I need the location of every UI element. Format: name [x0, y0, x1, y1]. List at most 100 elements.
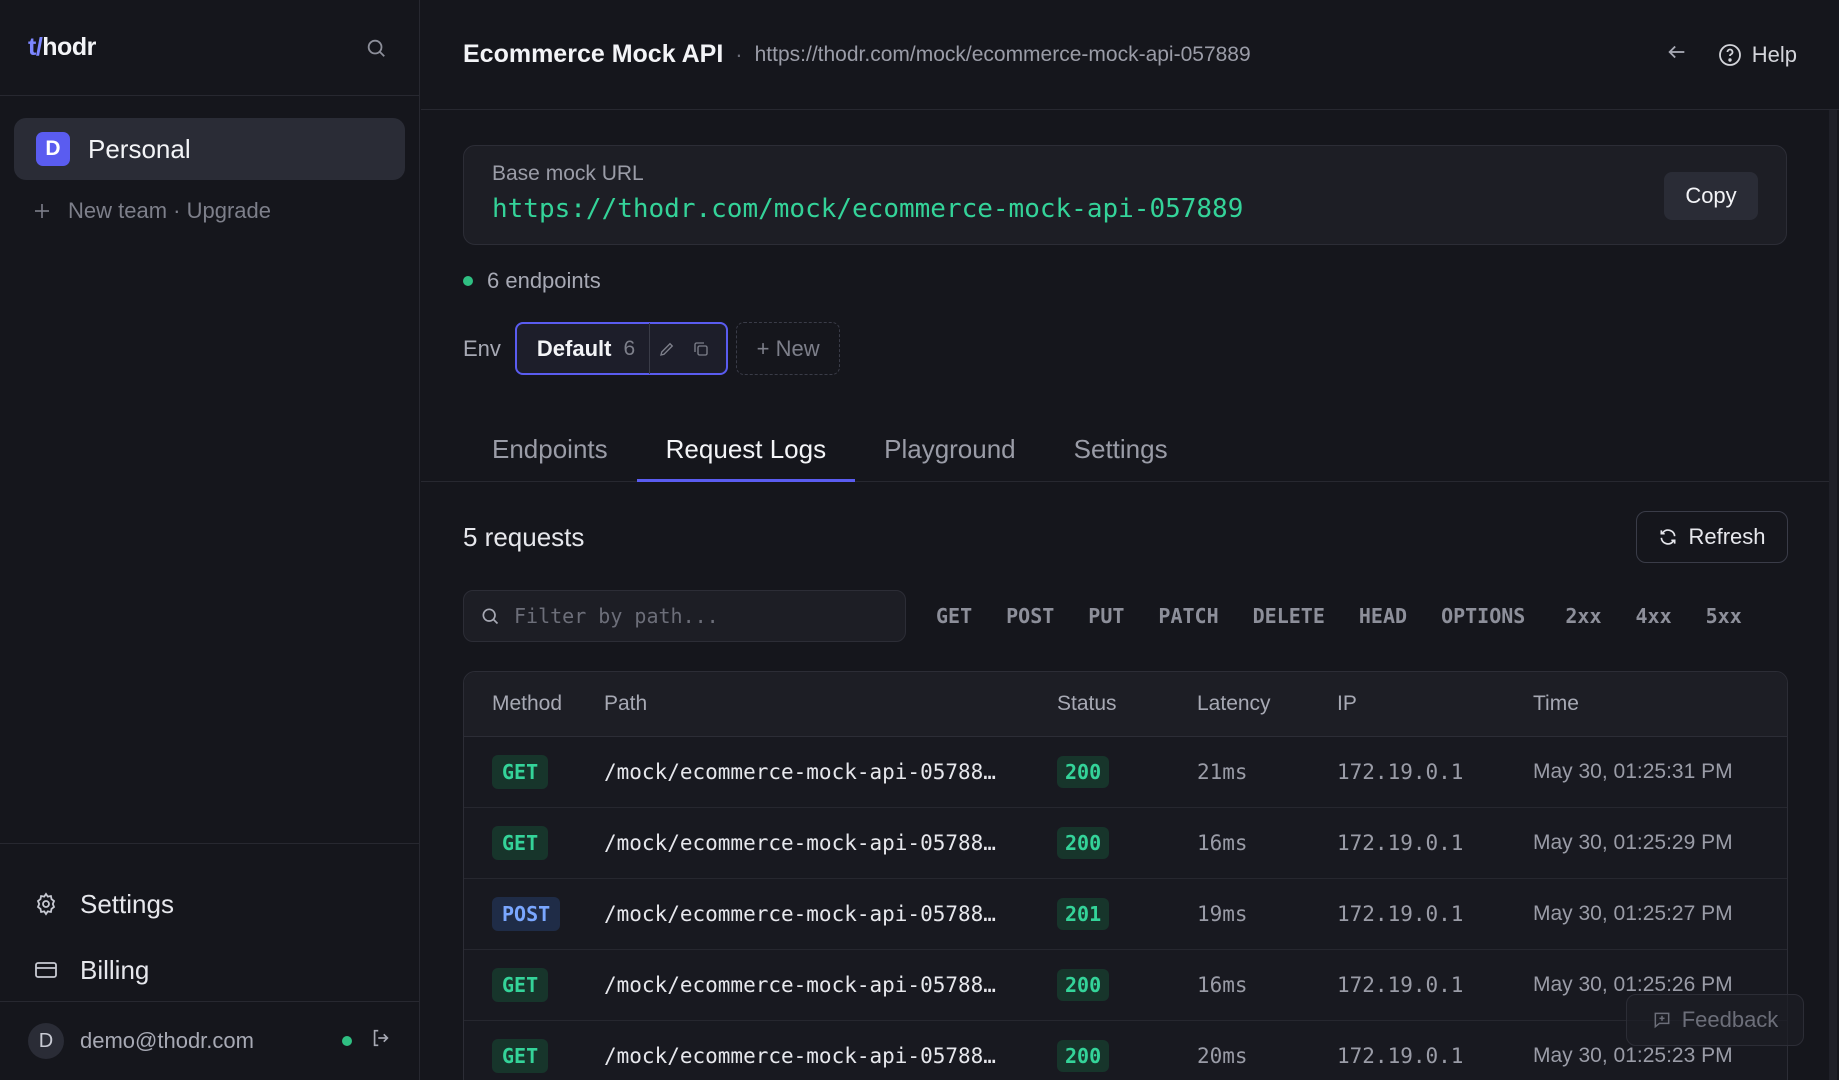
env-label: Env [463, 335, 501, 361]
filter-patch[interactable]: PATCH [1141, 604, 1235, 628]
ip-cell: 172.19.0.1 [1337, 973, 1464, 997]
feedback-label: Feedback [1681, 1007, 1779, 1032]
copy-button[interactable]: Copy [1664, 172, 1758, 220]
help-icon [1718, 43, 1741, 66]
gear-icon [36, 892, 56, 916]
path-cell: /mock/ecommerce-mock-api-05788… [604, 902, 996, 926]
filter-put[interactable]: PUT [1071, 604, 1141, 628]
time-cell: May 30, 01:25:23 PM [1533, 1044, 1733, 1067]
table-row[interactable]: GET /mock/ecommerce-mock-api-05788… 200 … [464, 737, 1787, 808]
column-time: Time [1533, 692, 1579, 715]
logo[interactable]: t/hodr [28, 33, 96, 62]
env-count: 6 [623, 336, 636, 360]
path-cell: /mock/ecommerce-mock-api-05788… [604, 1044, 996, 1068]
tab-playground[interactable]: Playground [855, 420, 1045, 481]
refresh-label: Refresh [1688, 524, 1766, 549]
refresh-button[interactable]: Refresh [1636, 511, 1788, 563]
scrollbar[interactable] [1829, 110, 1837, 1080]
tab-settings[interactable]: Settings [1045, 420, 1197, 481]
sidebar-item-label: Billing [80, 954, 150, 985]
status-cell: 201 [1057, 898, 1197, 930]
latency-cell: 16ms [1197, 973, 1248, 997]
status-cell: 200 [1057, 756, 1197, 788]
env-name: Default [536, 335, 612, 361]
ip-cell: 172.19.0.1 [1337, 831, 1464, 855]
logo-text: hodr [42, 33, 96, 61]
tab-endpoints[interactable]: Endpoints [463, 420, 637, 481]
env-row: Env Default 6 + New [463, 322, 841, 375]
filter-5xx[interactable]: 5xx [1689, 604, 1759, 628]
table-row[interactable]: POST /mock/ecommerce-mock-api-05788… 201… [464, 879, 1787, 950]
table-header: Method Path Status Latency IP Time [464, 672, 1787, 737]
table-row[interactable]: GET /mock/ecommerce-mock-api-05788… 200 … [464, 808, 1787, 879]
base-url-label: Base mock URL [492, 162, 644, 185]
refresh-icon [1660, 529, 1676, 545]
logout-icon[interactable] [370, 1027, 392, 1055]
sidebar: t/hodr D Personal New team · Upgrade Set… [0, 0, 420, 1080]
method-badge: GET [492, 755, 549, 789]
status-cell: 200 [1057, 1040, 1197, 1072]
tabs: Endpoints Request Logs Playground Settin… [421, 420, 1831, 482]
filter-4xx[interactable]: 4xx [1618, 604, 1688, 628]
column-latency: Latency [1197, 692, 1271, 715]
method-cell: GET [464, 826, 604, 860]
latency-cell: 21ms [1197, 760, 1248, 784]
status-cell: 200 [1057, 827, 1197, 859]
online-status-dot [342, 1036, 352, 1046]
filter-delete[interactable]: DELETE [1236, 604, 1342, 628]
status-badge: 200 [1057, 969, 1110, 1001]
method-badge: GET [492, 1039, 549, 1073]
status-badge: 200 [1057, 827, 1110, 859]
method-cell: POST [464, 897, 604, 931]
filter-options[interactable]: OPTIONS [1424, 604, 1542, 628]
back-arrow-icon[interactable] [1666, 41, 1688, 69]
sidebar-item-label: Settings [80, 888, 174, 919]
ip-cell: 172.19.0.1 [1337, 902, 1464, 926]
base-url-card: Base mock URL https://thodr.com/mock/eco… [463, 145, 1787, 245]
tab-request-logs[interactable]: Request Logs [636, 420, 856, 482]
endpoints-summary: 6 endpoints [463, 268, 601, 294]
user-email: demo@thodr.com [80, 1028, 254, 1053]
requests-count: 5 requests [463, 522, 585, 552]
status-dot [463, 276, 473, 286]
table-row[interactable]: GET /mock/ecommerce-mock-api-05788… 200 … [464, 1021, 1787, 1080]
filter-head[interactable]: HEAD [1342, 604, 1424, 628]
filter-2xx[interactable]: 2xx [1548, 604, 1618, 628]
status-badge: 200 [1057, 1040, 1110, 1072]
sidebar-nav: Settings Billing [0, 843, 420, 1003]
table-row[interactable]: GET /mock/ecommerce-mock-api-05788… 200 … [464, 950, 1787, 1021]
search-icon[interactable] [361, 33, 391, 63]
feedback-button[interactable]: Feedback [1626, 994, 1804, 1046]
help-label: Help [1751, 41, 1797, 67]
new-team-button[interactable]: New team · Upgrade [34, 198, 271, 224]
method-cell: GET [464, 1039, 604, 1073]
filter-post[interactable]: POST [989, 604, 1071, 628]
user-footer: D demo@thodr.com [0, 1001, 420, 1080]
sidebar-item-settings[interactable]: Settings [0, 871, 420, 937]
duplicate-icon[interactable] [684, 340, 718, 358]
filter-get[interactable]: GET [919, 604, 989, 628]
method-cell: GET [464, 968, 604, 1002]
column-path: Path [604, 692, 648, 715]
help-button[interactable]: Help [1718, 42, 1797, 68]
time-cell: May 30, 01:25:29 PM [1533, 831, 1733, 854]
status-badge: 200 [1057, 756, 1110, 788]
team-name: Personal [88, 133, 191, 164]
team-switcher-personal[interactable]: D Personal [14, 118, 405, 180]
message-icon [1654, 1012, 1670, 1029]
path-cell: /mock/ecommerce-mock-api-05788… [604, 973, 996, 997]
edit-icon[interactable] [650, 340, 684, 358]
column-method: Method [492, 692, 563, 715]
ip-cell: 172.19.0.1 [1337, 760, 1464, 784]
team-avatar: D [36, 132, 70, 166]
latency-cell: 20ms [1197, 1044, 1248, 1068]
title-separator: · [735, 41, 743, 67]
new-env-button[interactable]: + New [736, 322, 841, 375]
path-filter-input[interactable] [514, 604, 874, 628]
search-icon [482, 608, 499, 625]
avatar[interactable]: D [28, 1023, 64, 1059]
method-cell: GET [464, 755, 604, 789]
latency-cell: 19ms [1197, 902, 1248, 926]
env-default[interactable]: Default 6 [514, 322, 729, 375]
sidebar-item-billing[interactable]: Billing [0, 937, 420, 1003]
